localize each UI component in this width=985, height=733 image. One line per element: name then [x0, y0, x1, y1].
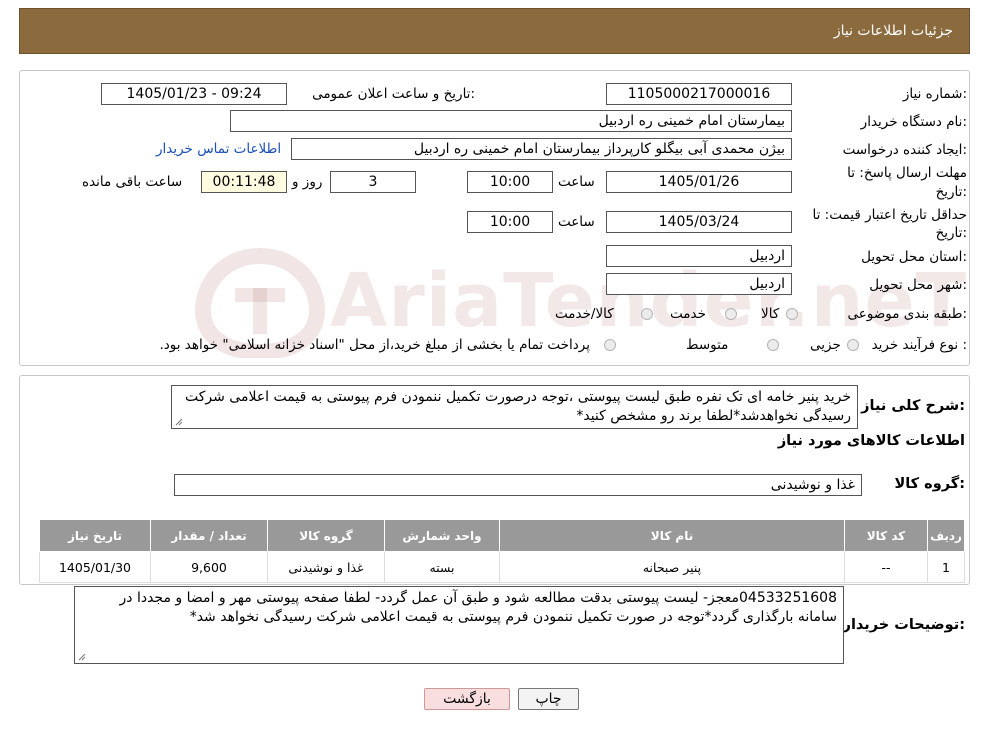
buyer-org-label: نام دستگاه خریدار:	[860, 114, 967, 130]
remaining-time-field: 00:11:48	[201, 171, 287, 193]
category-radio-goods-service[interactable]	[641, 308, 653, 320]
process-radio-treasury[interactable]	[604, 339, 616, 351]
category-option-goods-service: کالا/خدمت	[555, 306, 614, 322]
validity-label-date: تاریخ:	[935, 225, 967, 241]
process-option-medium: متوسط	[686, 337, 729, 353]
buyer-notes-label: توضیحات خریدار:	[842, 617, 965, 633]
cell-group: غذا و نوشیدنی	[267, 551, 385, 583]
process-radio-medium[interactable]	[767, 339, 779, 351]
col-quantity: تعداد / مقدار	[150, 519, 268, 552]
province-field: اردبیل	[606, 245, 792, 267]
col-unit: واحد شمارش	[384, 519, 500, 552]
need-number-field: 1105000217000016	[606, 83, 792, 105]
cell-quantity: 9,600	[150, 551, 268, 583]
category-label: طبقه بندی موضوعی:	[847, 306, 967, 322]
category-option-goods: کالا	[761, 306, 780, 322]
col-date: تاریخ نیاز	[39, 519, 151, 552]
remaining-label: ساعت باقی مانده	[82, 174, 183, 190]
buyer-notes-textarea[interactable]: 04533251608معجز- لیست پیوستی بدقت مطالعه…	[74, 586, 844, 664]
validity-date-field: 1405/03/24	[606, 211, 792, 233]
cell-row: 1	[927, 551, 965, 583]
description-label: شرح کلی نیاز:	[861, 398, 965, 414]
back-button[interactable]: بازگشت	[424, 688, 510, 710]
col-row: ردیف	[927, 519, 965, 552]
process-radio-minor[interactable]	[847, 339, 859, 351]
cell-unit: بسته	[384, 551, 500, 583]
process-label: نوع فرآیند خرید :	[871, 337, 967, 353]
announce-date-label: تاریخ و ساعت اعلان عمومی:	[312, 86, 475, 102]
announce-date-field: 1405/01/23 - 09:24	[101, 83, 287, 105]
process-option-minor: جزیی	[810, 337, 841, 353]
need-number-label: شماره نیاز:	[902, 86, 967, 102]
category-option-service: خدمت	[670, 306, 706, 322]
deadline-label: مهلت ارسال پاسخ: تا	[847, 165, 967, 181]
resize-grip-icon[interactable]	[175, 418, 183, 426]
validity-time-label: ساعت	[558, 214, 595, 230]
goods-group-label: گروه کالا:	[894, 476, 965, 492]
page-header: جزئیات اطلاعات نیاز	[19, 8, 970, 54]
city-field: اردبیل	[606, 273, 792, 295]
cell-date: 1405/01/30	[39, 551, 151, 583]
buyer-contact-link[interactable]: اطلاعات تماس خریدار	[156, 141, 281, 157]
goods-section-title: اطلاعات کالاهای مورد نیاز	[777, 433, 965, 449]
table-row: 1 -- پنیر صبحانه بسته غذا و نوشیدنی 9,60…	[39, 551, 965, 583]
validity-time-field: 10:00	[467, 211, 553, 233]
print-button[interactable]: چاپ	[518, 688, 579, 710]
deadline-date-field: 1405/01/26	[606, 171, 792, 193]
process-treasury-note: پرداخت تمام یا بخشی از مبلغ خرید،از محل …	[159, 337, 590, 353]
validity-label: حداقل تاریخ اعتبار قیمت: تا	[812, 207, 967, 223]
city-label: شهر محل تحویل:	[869, 277, 967, 293]
requester-field: بیژن محمدی آبی بیگلو کارپرداز بیمارستان …	[291, 138, 792, 160]
deadline-label-date: تاریخ:	[935, 184, 967, 200]
remaining-days-field: 3	[330, 171, 416, 193]
cell-code: --	[844, 551, 928, 583]
description-textarea[interactable]: خرید پنیر خامه ای تک نفره طبق لیست پیوست…	[171, 385, 858, 429]
col-code: کد کالا	[844, 519, 928, 552]
buyer-org-field: بیمارستان امام خمینی ره اردبیل	[230, 110, 792, 132]
goods-table-header: ردیف کد کالا نام کالا واحد شمارش گروه کا…	[39, 519, 965, 552]
deadline-time-field: 10:00	[467, 171, 553, 193]
province-label: استان محل تحویل:	[861, 249, 967, 265]
col-name: نام کالا	[499, 519, 845, 552]
page-title: جزئیات اطلاعات نیاز	[833, 23, 953, 39]
description-text: خرید پنیر خامه ای تک نفره طبق لیست پیوست…	[184, 389, 851, 424]
goods-group-field: غذا و نوشیدنی	[174, 474, 862, 496]
deadline-time-label: ساعت	[558, 174, 595, 190]
goods-table: ردیف کد کالا نام کالا واحد شمارش گروه کا…	[39, 519, 965, 583]
requester-label: ایجاد کننده درخواست:	[842, 142, 967, 158]
days-label: روز و	[292, 174, 323, 190]
col-group: گروه کالا	[267, 519, 385, 552]
resize-grip-icon[interactable]	[78, 653, 86, 661]
buyer-notes-text: 04533251608معجز- لیست پیوستی بدقت مطالعه…	[119, 590, 837, 625]
category-radio-service[interactable]	[725, 308, 737, 320]
cell-name: پنیر صبحانه	[499, 551, 845, 583]
category-radio-goods[interactable]	[786, 308, 798, 320]
